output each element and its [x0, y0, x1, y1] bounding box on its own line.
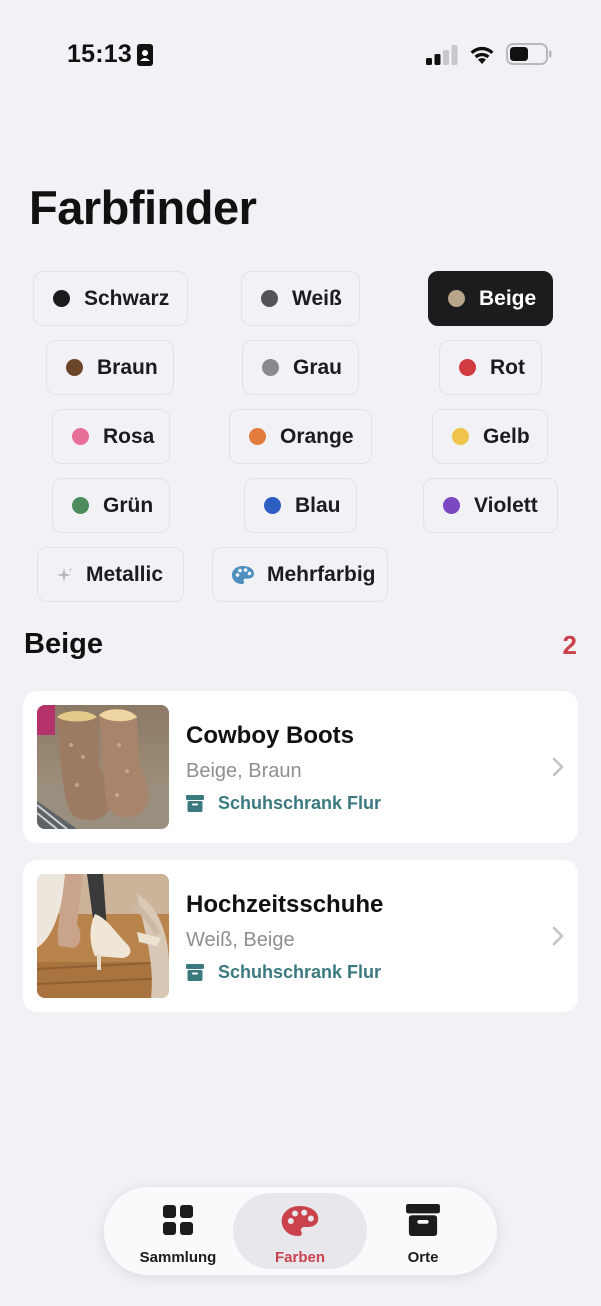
item-location-label: Schuhschrank Flur: [218, 793, 382, 813]
color-dot: [261, 290, 278, 307]
color-dot: [72, 497, 89, 514]
color-dot: [53, 290, 70, 307]
color-dot: [443, 497, 460, 514]
color-chip-label: Violett: [474, 493, 538, 517]
grid-icon: [163, 1205, 193, 1235]
color-chip-label: Braun: [97, 355, 158, 379]
color-dot: [249, 428, 266, 445]
palette-icon: [281, 1206, 319, 1236]
list-item[interactable]: Hochzeitsschuhe Weiß, Beige Schuhschrank…: [23, 860, 578, 1012]
color-chip-beige[interactable]: Beige: [428, 271, 553, 326]
item-location: Schuhschrank Flur: [186, 793, 381, 814]
color-chip-label: Rosa: [103, 424, 155, 448]
color-dot: [66, 359, 83, 376]
color-dot: [452, 428, 469, 445]
color-chip-label: Grau: [293, 355, 343, 379]
battery-icon: [506, 43, 552, 65]
color-chip-rot[interactable]: Rot: [439, 340, 542, 395]
color-dot: [459, 359, 476, 376]
item-photo: [37, 874, 169, 998]
color-chip-label: Metallic: [86, 562, 164, 586]
color-chip-schwarz[interactable]: Schwarz: [33, 271, 188, 326]
item-name: Hochzeitsschuhe: [186, 891, 384, 918]
color-chip-mehrfarbig[interactable]: Mehrfarbig: [212, 547, 388, 602]
cellular-signal-icon: [426, 45, 458, 65]
color-chip-grau[interactable]: Grau: [242, 340, 359, 395]
status-time: 15:13: [67, 40, 132, 68]
tab-farben[interactable]: Farben: [233, 1193, 367, 1269]
id-card-icon: [137, 44, 153, 66]
color-chip-label: Beige: [479, 286, 537, 310]
chevron-right-icon: [552, 757, 564, 777]
color-chip-label: Rot: [490, 355, 525, 379]
sparkle-icon: [57, 566, 73, 582]
section-title: Beige: [24, 628, 103, 660]
color-chip-weiss[interactable]: Weiß: [241, 271, 360, 326]
color-chip-label: Orange: [280, 424, 354, 448]
color-chip-label: Blau: [295, 493, 341, 517]
color-chip-metallic[interactable]: Metallic: [37, 547, 184, 602]
item-colors: Beige, Braun: [186, 760, 302, 782]
tab-label: Orte: [407, 1249, 439, 1266]
item-location: Schuhschrank Flur: [186, 962, 381, 983]
palette-icon: [232, 565, 254, 584]
wifi-icon: [470, 46, 494, 64]
color-chip-braun[interactable]: Braun: [46, 340, 174, 395]
color-chip-blau[interactable]: Blau: [244, 478, 357, 533]
archive-box-icon: [186, 964, 204, 981]
result-count: 2: [562, 630, 577, 660]
color-dot: [264, 497, 281, 514]
status-bar: 15:13: [0, 0, 601, 100]
color-dot: [72, 428, 89, 445]
tab-orte[interactable]: Orte: [356, 1193, 490, 1269]
color-chip-orange[interactable]: Orange: [229, 409, 372, 464]
color-chip-label: Gelb: [483, 424, 530, 448]
chevron-right-icon: [552, 926, 564, 946]
color-chip-label: Schwarz: [84, 286, 170, 310]
tab-label: Farben: [274, 1249, 325, 1266]
color-chip-label: Grün: [103, 493, 154, 517]
color-chip-label: Weiß: [292, 286, 342, 310]
color-chip-gelb[interactable]: Gelb: [432, 409, 548, 464]
color-dot: [262, 359, 279, 376]
archive-box-icon: [186, 795, 204, 812]
page-title: Farbfinder: [29, 181, 257, 234]
tab-sammlung[interactable]: Sammlung: [111, 1193, 245, 1269]
color-dot: [448, 290, 465, 307]
list-item[interactable]: Cowboy Boots Beige, Braun Schuhschrank F…: [23, 691, 578, 843]
item-name: Cowboy Boots: [186, 722, 354, 749]
tab-bar: Sammlung Farben Orte: [104, 1187, 497, 1275]
item-colors: Weiß, Beige: [186, 929, 295, 951]
tab-label: Sammlung: [139, 1249, 217, 1266]
color-chip-label: Mehrfarbig: [267, 562, 376, 586]
archive-box-icon: [406, 1204, 440, 1236]
item-location-label: Schuhschrank Flur: [218, 962, 382, 982]
color-chip-gruen[interactable]: Grün: [52, 478, 170, 533]
color-chip-violett[interactable]: Violett: [423, 478, 558, 533]
color-chip-rosa[interactable]: Rosa: [52, 409, 170, 464]
item-photo: [37, 705, 169, 829]
